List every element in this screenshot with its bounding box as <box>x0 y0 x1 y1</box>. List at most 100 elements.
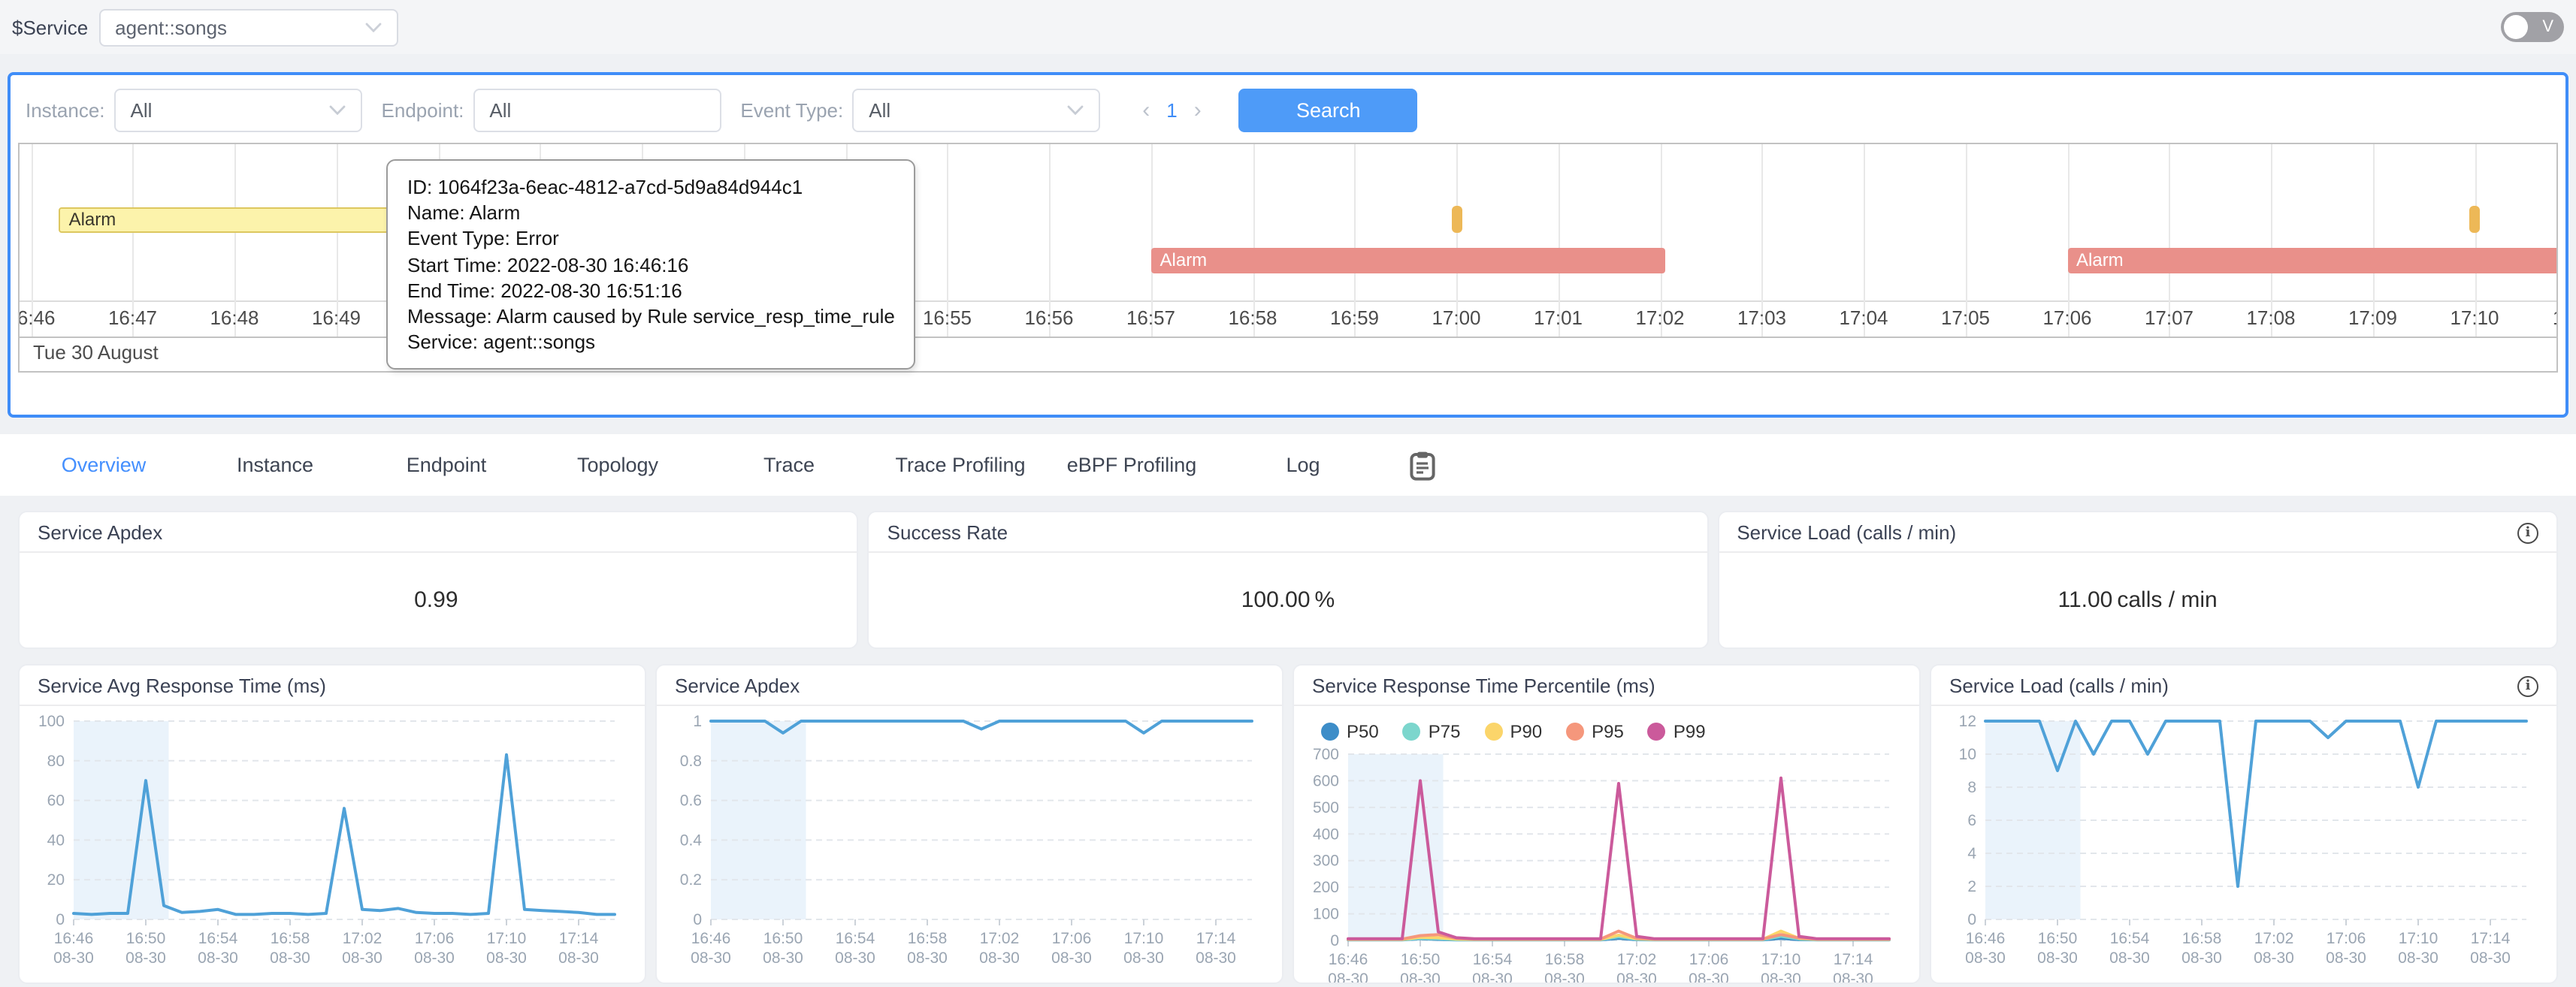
svg-text:16:46: 16:46 <box>1329 951 1368 968</box>
svg-text:16:50: 16:50 <box>2038 930 2078 947</box>
search-button[interactable]: Search <box>1239 89 1418 132</box>
chart-card-service-load: Service Load (calls / min) i 02468101216… <box>1930 664 2558 984</box>
next-page-icon[interactable]: › <box>1181 98 1215 123</box>
timeline-time-label: 17:11 <box>2535 306 2559 329</box>
endpoint-label: Endpoint: <box>382 99 464 122</box>
timeline-event-point[interactable] <box>1451 206 1462 233</box>
legend-item-p50[interactable]: P50 <box>1321 721 1379 742</box>
timeline-event-point[interactable] <box>2469 206 2480 233</box>
chart-title: Service Avg Response Time (ms) <box>38 675 326 697</box>
svg-text:0.2: 0.2 <box>680 871 702 889</box>
svg-text:0: 0 <box>1967 911 1976 928</box>
tab-overview[interactable]: Overview <box>18 454 189 476</box>
timeline-time-label: 16:49 <box>295 306 379 329</box>
clipboard-icon[interactable] <box>1392 450 1452 480</box>
card-title: Service Load (calls / min) <box>1737 521 1956 544</box>
timeline-time-label: 17:04 <box>1822 306 1906 329</box>
pagination: ‹ 1 › <box>1129 98 1214 123</box>
svg-text:1: 1 <box>693 713 702 730</box>
svg-text:100: 100 <box>1313 906 1339 923</box>
timeline-time-label: 16:56 <box>1007 306 1091 329</box>
timeline-time-label: 17:06 <box>2025 306 2109 329</box>
legend-dot-icon <box>1484 723 1502 741</box>
info-icon[interactable]: i <box>2517 522 2538 543</box>
legend-item-p90[interactable]: P90 <box>1484 721 1542 742</box>
legend-item-p99[interactable]: P99 <box>1648 721 1706 742</box>
timeline-time-label: 17:05 <box>1924 306 2008 329</box>
svg-text:200: 200 <box>1313 879 1339 896</box>
tab-endpoint[interactable]: Endpoint <box>361 454 532 476</box>
svg-text:17:14: 17:14 <box>1196 930 1236 947</box>
info-icon[interactable]: i <box>2517 675 2538 696</box>
svg-text:08-30: 08-30 <box>1051 949 1092 967</box>
svg-text:08-30: 08-30 <box>1328 970 1368 984</box>
svg-text:10: 10 <box>1959 746 1976 763</box>
instance-label: Instance: <box>26 99 105 122</box>
svg-text:80: 80 <box>47 753 65 770</box>
card-title: Success Rate <box>887 521 1008 544</box>
svg-text:16:54: 16:54 <box>198 930 238 947</box>
metric-value: 100.00 <box>1241 587 1311 613</box>
legend-item-p95[interactable]: P95 <box>1566 721 1624 742</box>
svg-text:08-30: 08-30 <box>2398 949 2438 967</box>
tab-instance[interactable]: Instance <box>189 454 361 476</box>
page-number[interactable]: 1 <box>1163 99 1180 122</box>
tooltip-line-end-time: End Time: 2022-08-30 16:51:16 <box>407 278 895 303</box>
timeline-time-label: 16:59 <box>1313 306 1397 329</box>
timeline-time-label: 16:57 <box>1109 306 1193 329</box>
legend-item-p75[interactable]: P75 <box>1403 721 1461 742</box>
svg-text:700: 700 <box>1313 746 1339 763</box>
svg-text:08-30: 08-30 <box>558 949 599 967</box>
tab-log[interactable]: Log <box>1217 454 1389 476</box>
svg-text:08-30: 08-30 <box>1472 970 1513 984</box>
svg-text:8: 8 <box>1967 779 1976 796</box>
endpoint-input[interactable]: All <box>473 89 721 132</box>
svg-text:08-30: 08-30 <box>270 949 310 967</box>
svg-text:0: 0 <box>693 911 702 928</box>
svg-text:08-30: 08-30 <box>1689 970 1729 984</box>
svg-text:08-30: 08-30 <box>125 949 166 967</box>
svg-text:4: 4 <box>1967 845 1976 862</box>
svg-text:16:46: 16:46 <box>54 930 94 947</box>
metric-value: 0.99 <box>414 587 458 613</box>
svg-text:2: 2 <box>1967 878 1976 895</box>
timeline-time-label: 17:09 <box>2331 306 2415 329</box>
tab-ebpf-profiling[interactable]: eBPF Profiling <box>1046 454 1217 476</box>
timeline-time-label: 16:47 <box>91 306 175 329</box>
version-toggle[interactable]: V <box>2501 12 2564 42</box>
svg-text:60: 60 <box>47 792 65 810</box>
timeline-event-error[interactable]: Alarm <box>1151 248 1665 273</box>
chart-card-response-time-percentile: Service Response Time Percentile (ms) P5… <box>1293 664 1921 984</box>
timeline-event-error[interactable]: Alarm <box>2067 248 2558 273</box>
svg-text:16:58: 16:58 <box>908 930 948 947</box>
metrics-row: Service Apdex 0.99 Success Rate 100.00 %… <box>18 511 2558 649</box>
legend-label: P90 <box>1510 721 1542 742</box>
service-select[interactable]: agent::songs <box>98 8 398 46</box>
svg-text:08-30: 08-30 <box>2470 949 2511 967</box>
svg-text:08-30: 08-30 <box>1761 970 1801 984</box>
event-type-select[interactable]: All <box>852 89 1100 132</box>
prev-page-icon[interactable]: ‹ <box>1129 98 1163 123</box>
svg-text:17:10: 17:10 <box>2399 930 2438 947</box>
svg-text:08-30: 08-30 <box>691 949 731 967</box>
svg-text:08-30: 08-30 <box>1965 949 2006 967</box>
tab-trace[interactable]: Trace <box>703 454 875 476</box>
card-title: Service Apdex <box>38 521 162 544</box>
tab-trace-profiling[interactable]: Trace Profiling <box>875 454 1046 476</box>
timeline-time-label: 17:07 <box>2127 306 2212 329</box>
chevron-down-icon <box>1067 105 1084 116</box>
instance-select[interactable]: All <box>114 89 362 132</box>
svg-text:17:10: 17:10 <box>487 930 527 947</box>
chevron-down-icon <box>329 105 346 116</box>
svg-text:6: 6 <box>1967 812 1976 829</box>
svg-text:08-30: 08-30 <box>1833 970 1873 984</box>
chart-plot: 02040608010016:4608-3016:5008-3016:5408-… <box>23 709 636 979</box>
metric-value: 11.00 <box>2058 587 2113 613</box>
event-tooltip: ID: 1064f23a-6eac-4812-a7cd-5d9a84d944c1… <box>386 159 916 370</box>
legend-label: P75 <box>1429 721 1461 742</box>
svg-text:17:10: 17:10 <box>1761 951 1801 968</box>
tab-topology[interactable]: Topology <box>532 454 703 476</box>
app: $Service agent::songs V Instance: All En… <box>0 0 2576 987</box>
timeline-time-label: 16:48 <box>192 306 277 329</box>
legend-dot-icon <box>1403 723 1421 741</box>
